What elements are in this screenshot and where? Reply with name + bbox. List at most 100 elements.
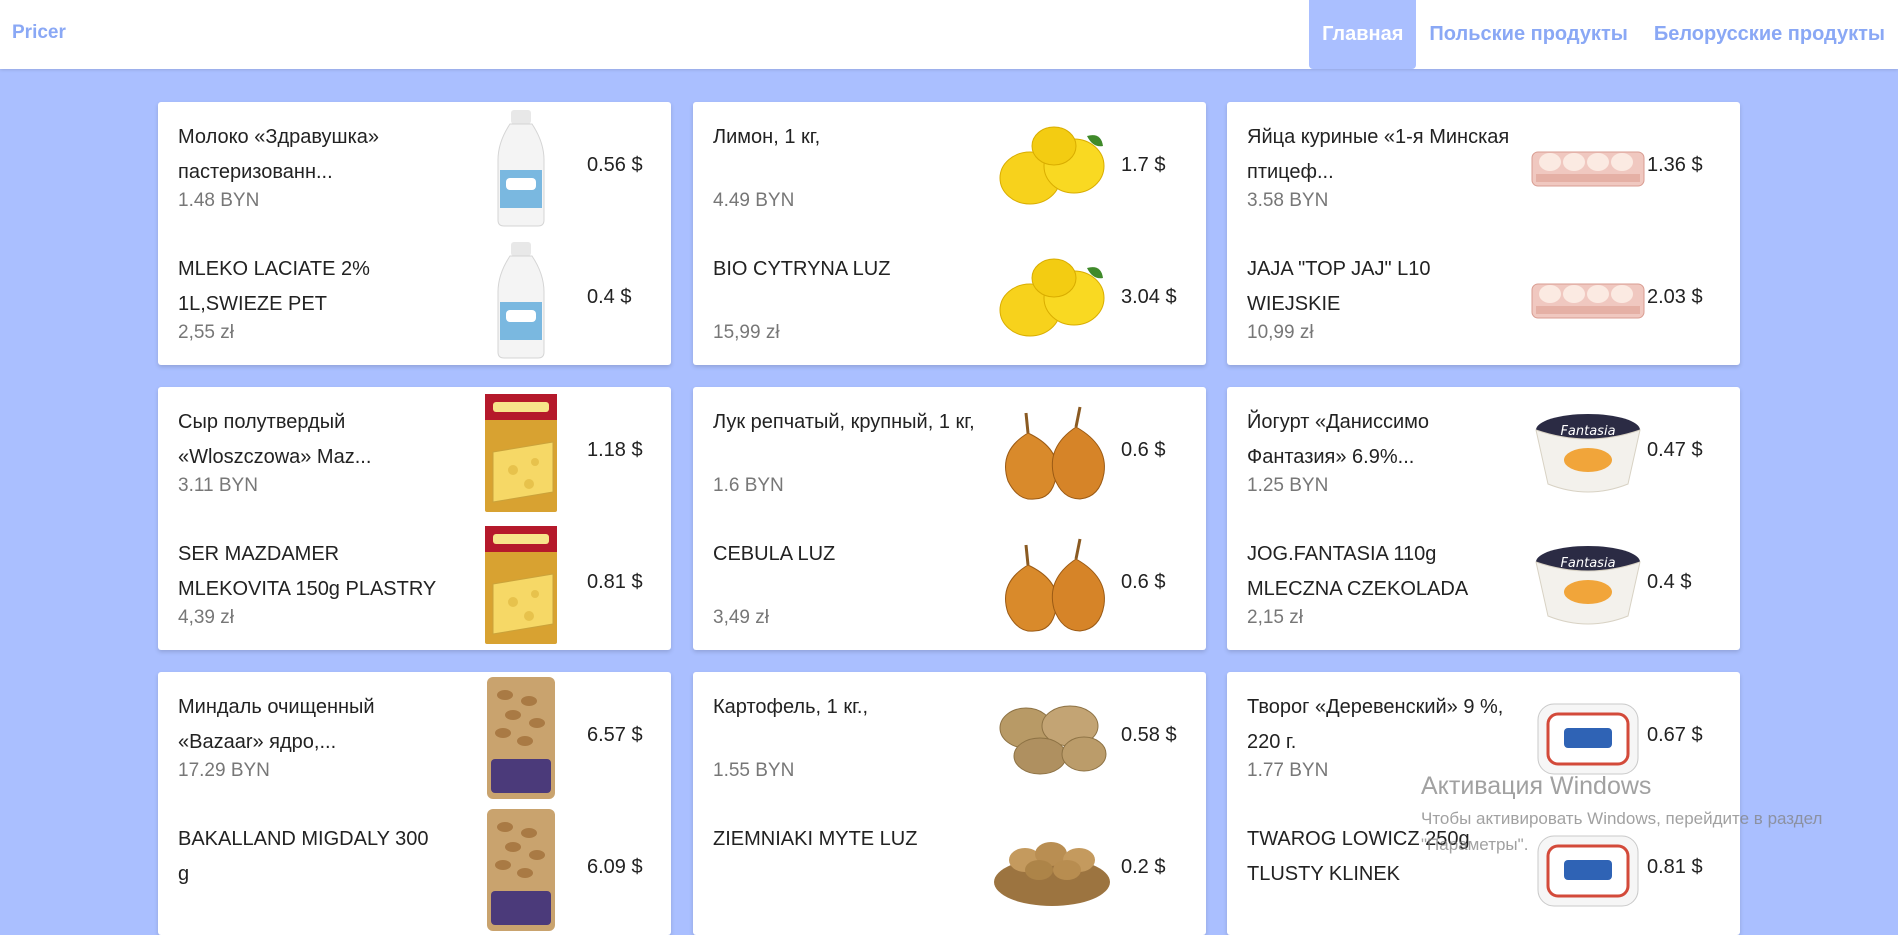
eggs-icon	[1523, 236, 1653, 363]
product-usd-price: 0.6 $	[1121, 439, 1166, 461]
product-usd-price: 0.2 $	[1121, 856, 1166, 878]
onion-icon	[987, 521, 1117, 648]
product-usd-price: 1.36 $	[1647, 154, 1703, 176]
product-comparison-card[interactable]: Лук репчатый, крупный, 1 кг, 1.6 BYN 0.6 $…	[693, 387, 1206, 650]
yogurt-cup-icon: Fantasia	[1523, 521, 1653, 648]
lemon-icon	[987, 236, 1117, 363]
product-local-price: 17.29 BYN	[178, 760, 270, 781]
potato-icon	[987, 674, 1117, 801]
belarusian-product-row: Миндаль очищенный «Bazaar» ядро,... 17.29…	[158, 672, 671, 803]
product-comparison-card[interactable]: Яйца куриные «1-я Минская птицеф... 3.58 …	[1227, 102, 1740, 365]
product-local-price: 10,99 zł	[1247, 322, 1314, 343]
milk-bottle-icon	[456, 236, 586, 363]
polish-product-row: BIO CYTRYNA LUZ 15,99 zł 3.04 $	[693, 234, 1206, 365]
milk-bottle-icon	[456, 104, 586, 231]
product-comparison-card[interactable]: Творог «Деревенский» 9 %, 220 г. 1.77 BYN…	[1227, 672, 1740, 935]
navbar: Pricer Главная Польские продукты Белорус…	[0, 0, 1898, 69]
product-local-price: 1.6 BYN	[713, 475, 784, 496]
product-usd-price: 6.57 $	[587, 724, 643, 746]
product-name: BIO CYTRYNA LUZ	[713, 258, 891, 280]
svg-text:Fantasia: Fantasia	[1560, 424, 1615, 439]
product-usd-price: 1.7 $	[1121, 154, 1166, 176]
product-name: MLEKO LACIATE 2% 1L,SWIEZE PET	[178, 258, 370, 315]
windows-activation-title: Активация Windows	[1421, 772, 1652, 800]
windows-activation-text: Чтобы активировать Windows, перейдите в …	[1421, 809, 1823, 854]
product-usd-price: 0.4 $	[587, 286, 632, 308]
polish-product-row: JOG.FANTASIA 110g MLECZNA CZEKOLADA 2,15 …	[1227, 519, 1740, 650]
polish-product-row: SER MAZDAMER MLEKOVITA 150g PLASTRY 4,39 …	[158, 519, 671, 650]
product-name: Молоко «Здравушка» пастеризованн...	[178, 126, 380, 183]
belarusian-product-row: Йогурт «Даниссимо Фантазия» 6.9%... 1.25 …	[1227, 387, 1740, 518]
belarusian-product-row: Сыр полутвердый «Wloszczowa» Maz... 3.11 …	[158, 387, 671, 518]
product-usd-price: 6.09 $	[587, 856, 643, 878]
product-usd-price: 0.67 $	[1647, 724, 1703, 746]
product-usd-price: 0.81 $	[1647, 856, 1703, 878]
product-usd-price: 1.18 $	[587, 439, 643, 461]
product-usd-price: 0.6 $	[1121, 571, 1166, 593]
product-comparison-card[interactable]: Сыр полутвердый «Wloszczowa» Maz... 3.11 …	[158, 387, 671, 650]
nuts-package-icon	[456, 674, 586, 801]
svg-text:Fantasia: Fantasia	[1560, 556, 1615, 571]
nav-link-home[interactable]: Главная	[1309, 0, 1417, 69]
product-name: Яйца куриные «1-я Минская птицеф...	[1247, 126, 1510, 183]
product-local-price: 1.55 BYN	[713, 760, 795, 781]
product-name: Лук репчатый, крупный, 1 кг,	[713, 411, 975, 433]
product-comparison-card[interactable]: Молоко «Здравушка» пастеризованн... 1.48 …	[158, 102, 671, 365]
product-local-price: 1.77 BYN	[1247, 760, 1329, 781]
product-name: JOG.FANTASIA 110g MLECZNA CZEKOLADA	[1247, 543, 1469, 600]
product-name: Миндаль очищенный «Bazaar» ядро,...	[178, 696, 375, 753]
product-usd-price: 0.58 $	[1121, 724, 1177, 746]
product-name: Творог «Деревенский» 9 %, 220 г.	[1247, 696, 1504, 753]
nav-link-belarusian-products[interactable]: Белорусские продукты	[1641, 0, 1898, 69]
nuts-package-icon	[456, 806, 586, 933]
product-name: Сыр полутвердый «Wloszczowa» Maz...	[178, 411, 372, 468]
product-name: CEBULA LUZ	[713, 543, 836, 565]
polish-product-row: ZIEMNIAKI MYTE LUZ 0.2 $	[693, 804, 1206, 935]
product-usd-price: 3.04 $	[1121, 286, 1177, 308]
onion-icon	[987, 389, 1117, 516]
product-name: Картофель, 1 кг.,	[713, 696, 869, 718]
polish-product-row: CEBULA LUZ 3,49 zł 0.6 $	[693, 519, 1206, 650]
eggs-icon	[1523, 104, 1653, 231]
belarusian-product-row: Лук репчатый, крупный, 1 кг, 1.6 BYN 0.6 $	[693, 387, 1206, 518]
product-usd-price: 0.4 $	[1647, 571, 1692, 593]
product-local-price: 4,39 zł	[178, 607, 234, 628]
product-usd-price: 2.03 $	[1647, 286, 1703, 308]
product-local-price: 4.49 BYN	[713, 190, 795, 211]
product-comparison-card[interactable]: Йогурт «Даниссимо Фантазия» 6.9%... 1.25 …	[1227, 387, 1740, 650]
product-local-price: 15,99 zł	[713, 322, 780, 343]
polish-product-row: JAJA "TOP JAJ" L10 WIEJSKIE 10,99 zł 2.03 …	[1227, 234, 1740, 365]
polish-product-row: MLEKO LACIATE 2% 1L,SWIEZE PET 2,55 zł 0.4…	[158, 234, 671, 365]
product-local-price: 3,49 zł	[713, 607, 769, 628]
potato-basket-icon	[987, 806, 1117, 933]
belarusian-product-row: Картофель, 1 кг., 1.55 BYN 0.58 $	[693, 672, 1206, 803]
product-comparison-card[interactable]: Миндаль очищенный «Bazaar» ядро,... 17.29…	[158, 672, 671, 935]
belarusian-product-row: Яйца куриные «1-я Минская птицеф... 3.58 …	[1227, 102, 1740, 233]
polish-product-row: BAKALLAND MIGDALY 300 g 6.09 $	[158, 804, 671, 935]
product-name: Лимон, 1 кг,	[713, 126, 821, 148]
product-usd-price: 0.56 $	[587, 154, 643, 176]
product-name: BAKALLAND MIGDALY 300 g	[178, 828, 429, 885]
nav-link-polish-products[interactable]: Польские продукты	[1416, 0, 1640, 69]
brand-logo[interactable]: Pricer	[12, 22, 66, 44]
product-name: SER MAZDAMER MLEKOVITA 150g PLASTRY	[178, 543, 437, 600]
yogurt-cup-icon: Fantasia	[1523, 389, 1653, 516]
product-name: JAJA "TOP JAJ" L10 WIEJSKIE	[1247, 258, 1431, 315]
product-usd-price: 0.81 $	[587, 571, 643, 593]
belarusian-product-row: Молоко «Здравушка» пастеризованн... 1.48 …	[158, 102, 671, 233]
cheese-package-icon	[456, 389, 586, 516]
product-comparison-card[interactable]: Лимон, 1 кг, 4.49 BYN 1.7 $ BIO CYTRYNA LUZ…	[693, 102, 1206, 365]
product-name: Йогурт «Даниссимо Фантазия» 6.9%...	[1247, 411, 1430, 468]
product-local-price: 2,15 zł	[1247, 607, 1303, 628]
lemon-icon	[987, 104, 1117, 231]
product-comparison-card[interactable]: Картофель, 1 кг., 1.55 BYN 0.58 $ ZIEMNIAKI…	[693, 672, 1206, 935]
product-local-price: 3.58 BYN	[1247, 190, 1329, 211]
product-local-price: 2,55 zł	[178, 322, 234, 343]
product-name: ZIEMNIAKI MYTE LUZ	[713, 828, 918, 850]
cheese-package-icon	[456, 521, 586, 648]
product-local-price: 1.48 BYN	[178, 190, 260, 211]
belarusian-product-row: Лимон, 1 кг, 4.49 BYN 1.7 $	[693, 102, 1206, 233]
product-local-price: 3.11 BYN	[178, 475, 258, 496]
product-usd-price: 0.47 $	[1647, 439, 1703, 461]
product-local-price: 1.25 BYN	[1247, 475, 1329, 496]
